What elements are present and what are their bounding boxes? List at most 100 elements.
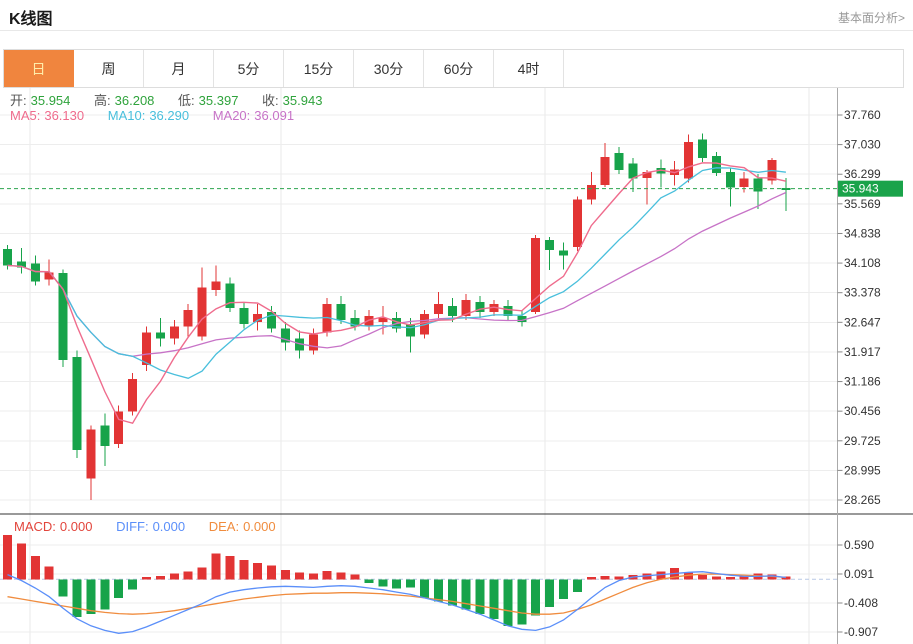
candle [183,303,193,337]
candle-body [100,425,110,446]
ma-legend-row: MA5: 36.130 MA10: 36.290 MA20: 36.091 [10,108,314,123]
y-axis-label: 28.265 [844,493,881,507]
fundamental-analysis-link[interactable]: 基本面分析> [838,9,905,26]
open-label: 开: [10,93,27,108]
candle [559,242,568,270]
macd-histogram [3,535,791,626]
ma10-value: 36.290 [149,108,190,123]
y-axis-label: 37.760 [844,108,881,122]
macd-bar [16,543,26,580]
candle [308,328,318,355]
high-value: 36.208 [114,93,155,108]
diff-value: 0.000 [152,519,186,534]
candle-body [711,155,721,173]
candle [406,318,416,353]
macd-bar [572,579,582,593]
open-value: 35.954 [30,93,71,108]
macd-bar [475,579,485,615]
ma20-value: 36.091 [254,108,295,123]
candle-body [72,357,82,450]
macd-bar [420,579,429,598]
close-value: 35.943 [282,93,323,108]
candle [545,237,555,270]
page-title: K线图 [9,11,53,28]
candle-body [169,326,179,339]
y-axis-label: 35.569 [844,197,881,211]
candle-body [3,249,12,266]
grid-lines [0,88,838,644]
candle [211,265,221,296]
macd-bar [169,573,179,580]
y-axis-label: 0.590 [844,538,874,552]
tab-60分[interactable]: 60分 [424,50,494,87]
macd-bar [600,575,610,580]
macd-bar [239,560,249,580]
candle [72,350,82,459]
macd-bar [155,575,165,580]
candle [725,168,735,207]
macd-bar [461,579,471,610]
y-axis-label: 34.108 [844,256,881,270]
tab-日[interactable]: 日 [4,50,74,87]
macd-bar [614,576,624,580]
candle-body [308,334,318,351]
macd-bar [503,579,513,626]
macd-bar [559,579,568,600]
tab-5分[interactable]: 5分 [214,50,284,87]
candle-body [586,185,596,200]
ma10-line [7,167,786,379]
candle [600,142,610,188]
macd-bar [406,579,416,588]
macd-bar [725,576,735,580]
ma5-value: 36.130 [44,108,85,123]
macd-bar [100,579,110,610]
candle [461,293,471,321]
macd-bar [586,576,596,580]
candle-body [572,199,582,248]
macd-bar [281,569,290,580]
macd-bar [517,579,527,625]
tab-15分[interactable]: 15分 [284,50,354,87]
y-axis-label: 34.838 [844,226,881,240]
diff-label: DIFF: [116,519,149,534]
macd-bar [253,563,263,580]
macd-bar [350,574,360,580]
close-label: 收: [262,93,279,108]
y-axis-label: 33.378 [844,286,881,300]
ma5-label: MA5: [10,108,41,123]
candle-body [447,305,457,317]
candle-body [684,141,694,179]
macd-value: 0.000 [59,519,93,534]
y-axis-label: -0.408 [844,596,878,610]
candle-body [406,324,416,337]
macd-bar [44,566,54,580]
tab-4时[interactable]: 4时 [494,50,564,87]
low-value: 35.397 [198,93,239,108]
candle [58,269,68,367]
candle [670,161,680,186]
candle [614,147,624,175]
macd-bar [72,579,82,618]
ma10-label: MA10: [107,108,146,123]
macd-bar [308,573,318,580]
candle-body [545,239,555,251]
macd-bar [378,579,388,587]
tab-周[interactable]: 周 [74,50,144,87]
y-axis-label: 0.091 [844,567,874,581]
candle [475,295,485,319]
candle [642,170,652,205]
candle [433,291,443,319]
candle [197,267,207,341]
candle [684,134,694,183]
tab-30分[interactable]: 30分 [354,50,424,87]
candle [225,277,235,313]
candle-body [739,178,749,187]
macd-bar [197,567,207,580]
candle-body [239,308,249,325]
candle [378,305,388,335]
candle-body [336,303,346,321]
candle [572,196,582,252]
tab-月[interactable]: 月 [144,50,214,87]
macd-bar [183,571,193,580]
macd-bar [392,579,402,589]
